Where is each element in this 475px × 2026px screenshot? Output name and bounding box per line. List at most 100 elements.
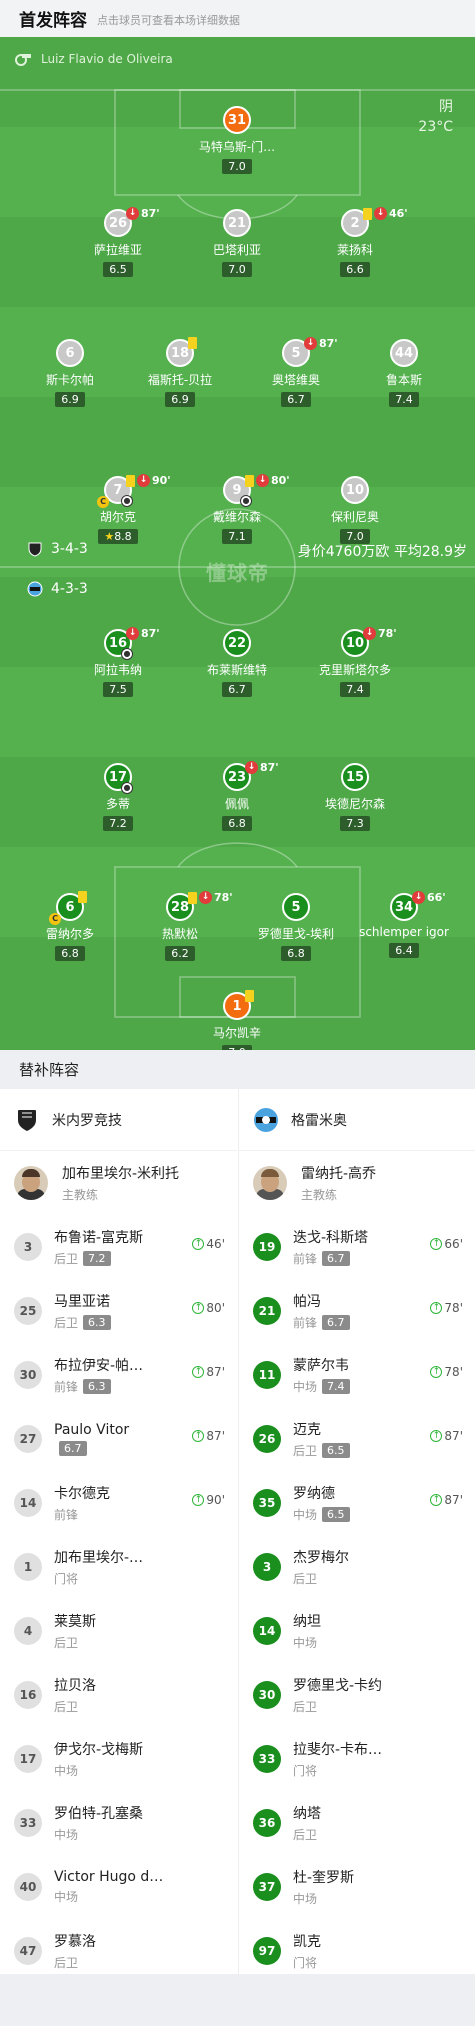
player-marker[interactable]: 6 C 雷纳尔多 6.8	[10, 891, 130, 961]
player-number-text: 15	[345, 769, 365, 785]
player-name: 鲁本斯	[385, 373, 422, 387]
home-coach-row[interactable]: 加布里埃尔-米利托 主教练	[0, 1151, 237, 1215]
away-coach-row[interactable]: 雷纳托-高乔 主教练	[239, 1151, 475, 1215]
sub-player-row[interactable]: 11 蒙萨尔韦 中场 7.4 ↑ 78'	[239, 1343, 475, 1407]
sub-player-row[interactable]: 33 拉斐尔-卡布… 门将	[239, 1727, 475, 1791]
player-rating-value: 6.6	[346, 263, 364, 276]
sub-player-row[interactable]: 36 纳塔 后卫	[239, 1791, 475, 1855]
sub-player-name: 迭戈-科斯塔	[293, 1230, 369, 1246]
sub-player-row[interactable]: 16 拉贝洛 后卫	[0, 1663, 237, 1727]
sub-player-position: 中场	[293, 1636, 318, 1650]
player-number-text: 22	[227, 635, 247, 651]
player-rating: 7.5	[103, 682, 133, 697]
sub-off-icon: ↓	[199, 891, 212, 904]
sub-player-number: 21	[253, 1297, 281, 1325]
sub-player-position: 后卫	[293, 1828, 318, 1842]
sub-player-row[interactable]: 14 卡尔德克 前锋 ↑ 90'	[0, 1471, 237, 1535]
player-number-text: 10	[345, 635, 365, 651]
sub-player-name: 杰罗梅尔	[293, 1550, 349, 1566]
player-marker[interactable]: 9 ● ↓ 80' 戴维尔森 7.1	[177, 474, 297, 544]
player-name: 热默松	[161, 927, 198, 941]
sub-off-icon: ↓	[245, 761, 258, 774]
player-marker[interactable]: 16 ● ↓ 87' 阿拉韦纳 7.5	[58, 627, 178, 697]
sub-on-icon: ↑	[192, 1238, 205, 1250]
player-marker[interactable]: 7 C ● ↓ 90' 胡尔克 ★8.8	[58, 474, 178, 544]
sub-player-row[interactable]: 19 迭戈-科斯塔 前锋 6.7 ↑ 66'	[239, 1215, 475, 1279]
player-marker[interactable]: 34 ↓ 66' schlemper igor 6.4	[344, 891, 464, 958]
player-marker[interactable]: 23 ↓ 87' 佩佩 6.8	[177, 761, 297, 831]
sub-player-name: 马里亚诺	[54, 1294, 110, 1310]
sub-player-row[interactable]: 30 罗德里戈-卡约 后卫	[239, 1663, 475, 1727]
home-team-row[interactable]: 米内罗竞技	[0, 1089, 237, 1151]
sub-player-row[interactable]: 3 杰罗梅尔 后卫	[239, 1535, 475, 1599]
player-name: 佩佩	[224, 797, 249, 811]
yellow-card-icon	[78, 891, 87, 903]
sub-player-row[interactable]: 35 罗纳德 中场 6.5 ↑ 87'	[239, 1471, 475, 1535]
yellow-card-icon	[126, 474, 135, 487]
player-marker[interactable]: 1马尔凯辛7.0	[177, 990, 297, 1050]
player-rating: 6.5	[103, 262, 133, 277]
sub-player-row[interactable]: 25 马里亚诺 后卫 6.3 ↑ 80'	[0, 1279, 237, 1343]
sub-player-row[interactable]: 1 加布里埃尔-… 门将	[0, 1535, 237, 1599]
yellow-card-icon	[363, 207, 372, 220]
player-marker[interactable]: 10 保利尼奥 7.0	[295, 476, 415, 544]
sub-player-row[interactable]: 3 布鲁诺-富克斯 后卫 7.2 ↑ 46'	[0, 1215, 237, 1279]
player-rating-value: 6.7	[287, 393, 305, 406]
player-marker[interactable]: 5 ↓ 87' 奥塔维奥 6.7	[236, 337, 356, 407]
captain-icon: C	[97, 496, 109, 508]
sub-player-name: 帕冯	[293, 1294, 321, 1310]
coach-avatar	[253, 1166, 287, 1200]
sub-player-row[interactable]: 40 Victor Hugo d… 中场	[0, 1855, 237, 1919]
player-number-text: 31	[227, 112, 247, 128]
player-marker[interactable]: 17 ● 多蒂 7.2	[58, 763, 178, 831]
player-number: 17 ●	[104, 763, 133, 794]
player-name: schlemper igor	[359, 925, 449, 939]
sub-player-row[interactable]: 33 罗伯特-孔塞桑 中场	[0, 1791, 237, 1855]
player-marker[interactable]: 21 巴塔利亚 7.0	[177, 209, 297, 277]
sub-player-position: 前锋	[293, 1252, 318, 1266]
sub-player-number: 33	[14, 1809, 42, 1837]
sub-minute: 87'	[141, 207, 160, 220]
market-value: 身价4760万欧 平均28.9岁	[297, 544, 467, 560]
player-marker[interactable]: 2 ↓ 46' 莱扬科 6.6	[295, 207, 415, 277]
sub-player-row[interactable]: 37 杜-奎罗斯 中场	[239, 1855, 475, 1919]
sub-player-rating: 6.7	[322, 1315, 350, 1330]
sub-player-row[interactable]: 14 纳坦 中场	[239, 1599, 475, 1663]
player-marker[interactable]: 44 鲁本斯 7.4	[344, 339, 464, 407]
player-marker[interactable]: 28 ↓ 78' 热默松 6.2	[120, 891, 240, 961]
player-marker[interactable]: 31 马特乌斯-门… 7.0	[177, 106, 297, 174]
player-events: ↓ 87'	[245, 761, 279, 774]
sub-player-row[interactable]: 17 伊戈尔-戈梅斯 中场	[0, 1727, 237, 1791]
sub-player-row[interactable]: 47 罗慕洛 后卫	[0, 1919, 237, 1983]
weather: 阴 23°C	[418, 97, 453, 137]
player-marker[interactable]: 18 福斯托-贝拉 6.9	[120, 337, 240, 407]
player-events: ↓ 90'	[126, 474, 171, 487]
sub-player-position: 后卫	[54, 1636, 79, 1650]
sub-player-number: 19	[253, 1233, 281, 1261]
sub-on-minute: 87'	[206, 1365, 225, 1379]
player-number: 15	[341, 763, 369, 791]
away-formation: 4-3-3	[51, 581, 88, 597]
sub-player-row[interactable]: 26 迈克 后卫 6.5 ↑ 87'	[239, 1407, 475, 1471]
player-rating-value: 7.0	[228, 263, 246, 276]
player-name: 胡尔克	[99, 510, 136, 524]
sub-player-row[interactable]: 4 莱莫斯 后卫	[0, 1599, 237, 1663]
player-events	[188, 337, 199, 349]
sub-player-number: 97	[253, 1937, 281, 1965]
goal-ball-icon: ●	[121, 782, 133, 794]
sub-player-row[interactable]: 27 Paulo Vitor 6.7 ↑ 87'	[0, 1407, 237, 1471]
sub-on-time: ↑ 78'	[430, 1365, 463, 1379]
sub-player-row[interactable]: 21 帕冯 前锋 6.7 ↑ 78'	[239, 1279, 475, 1343]
player-marker[interactable]: 5 罗德里戈-埃利 6.8	[236, 893, 356, 961]
player-name: 莱扬科	[336, 243, 373, 257]
player-marker[interactable]: 6 斯卡尔帕 6.9	[10, 339, 130, 407]
sub-player-row[interactable]: 30 布拉伊安-帕… 前锋 6.3 ↑ 87'	[0, 1343, 237, 1407]
player-marker[interactable]: 15 埃德尼尔森 7.3	[295, 763, 415, 831]
player-marker[interactable]: 22 布莱斯维特 6.7	[177, 629, 297, 697]
player-marker[interactable]: 26 ↓ 87' 萨拉维亚 6.5	[58, 207, 178, 277]
star-icon: ★	[104, 530, 115, 543]
away-team-row[interactable]: 格雷米奥	[239, 1089, 475, 1151]
player-events: ↓ 78'	[363, 627, 397, 640]
player-marker[interactable]: 10 ↓ 78' 克里斯塔尔多 7.4	[295, 627, 415, 697]
sub-player-row[interactable]: 97 凯克 门将	[239, 1919, 475, 1983]
